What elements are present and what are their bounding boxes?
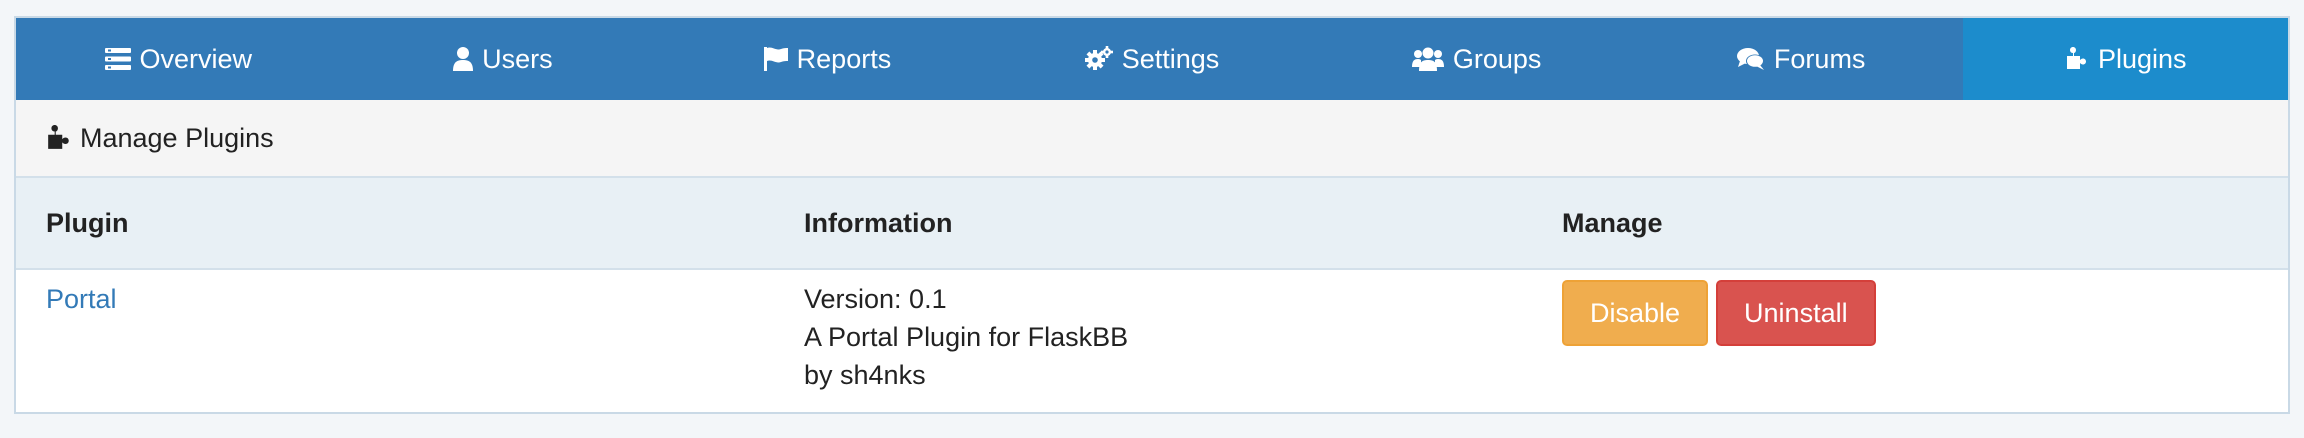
nav-item-plugins[interactable]: Plugins	[1963, 18, 2288, 100]
users-icon	[1411, 47, 1444, 71]
plugin-name-link[interactable]: Portal	[46, 284, 117, 314]
nav-label: Overview	[139, 43, 253, 74]
panel-title: Manage Plugins	[80, 122, 274, 153]
nav-item-settings[interactable]: Settings	[990, 18, 1315, 100]
information-cell: Version: 0.1 A Portal Plugin for FlaskBB…	[774, 280, 1532, 394]
nav-item-reports[interactable]: Reports	[665, 18, 990, 100]
nav-item-overview[interactable]: Overview	[16, 18, 341, 100]
manage-cell: Disable Uninstall	[1532, 280, 2288, 394]
table-header: Plugin Information Manage	[16, 178, 2288, 270]
nav-item-users[interactable]: Users	[341, 18, 666, 100]
nav-item-forums[interactable]: Forums	[1639, 18, 1964, 100]
panel-heading: Manage Plugins	[16, 100, 2288, 178]
nav-label: Plugins	[2097, 43, 2187, 74]
plugin-version: Version: 0.1	[804, 284, 947, 314]
user-icon	[453, 47, 474, 71]
plugin-cell: Portal	[16, 280, 774, 394]
column-header-plugin: Plugin	[46, 207, 129, 238]
nav-label: Forums	[1773, 43, 1866, 74]
manage-buttons: Disable Uninstall	[1562, 280, 2288, 346]
nav-label: Groups	[1452, 43, 1542, 74]
puzzle-icon	[46, 125, 72, 151]
nav-label: Users	[482, 43, 553, 74]
uninstall-button[interactable]: Uninstall	[1716, 280, 1876, 346]
nav-label: Settings	[1121, 43, 1220, 74]
admin-panel: Overview Users Reports Settings Groups F…	[14, 16, 2290, 414]
plugin-description: A Portal Plugin for FlaskBB	[804, 322, 1129, 352]
plugin-author: by sh4nks	[804, 360, 926, 390]
puzzle-icon	[2065, 47, 2089, 71]
list-icon	[104, 48, 131, 70]
nav-label: Reports	[796, 43, 892, 74]
comments-icon	[1736, 47, 1765, 71]
disable-button[interactable]: Disable	[1562, 280, 1709, 346]
table-row: Portal Version: 0.1 A Portal Plugin for …	[16, 270, 2288, 394]
nav-item-groups[interactable]: Groups	[1314, 18, 1639, 100]
column-header-information: Information	[804, 207, 953, 238]
column-header-manage: Manage	[1562, 207, 1663, 238]
flag-icon	[763, 47, 788, 71]
gears-icon	[1084, 46, 1113, 72]
admin-navbar: Overview Users Reports Settings Groups F…	[16, 18, 2288, 100]
